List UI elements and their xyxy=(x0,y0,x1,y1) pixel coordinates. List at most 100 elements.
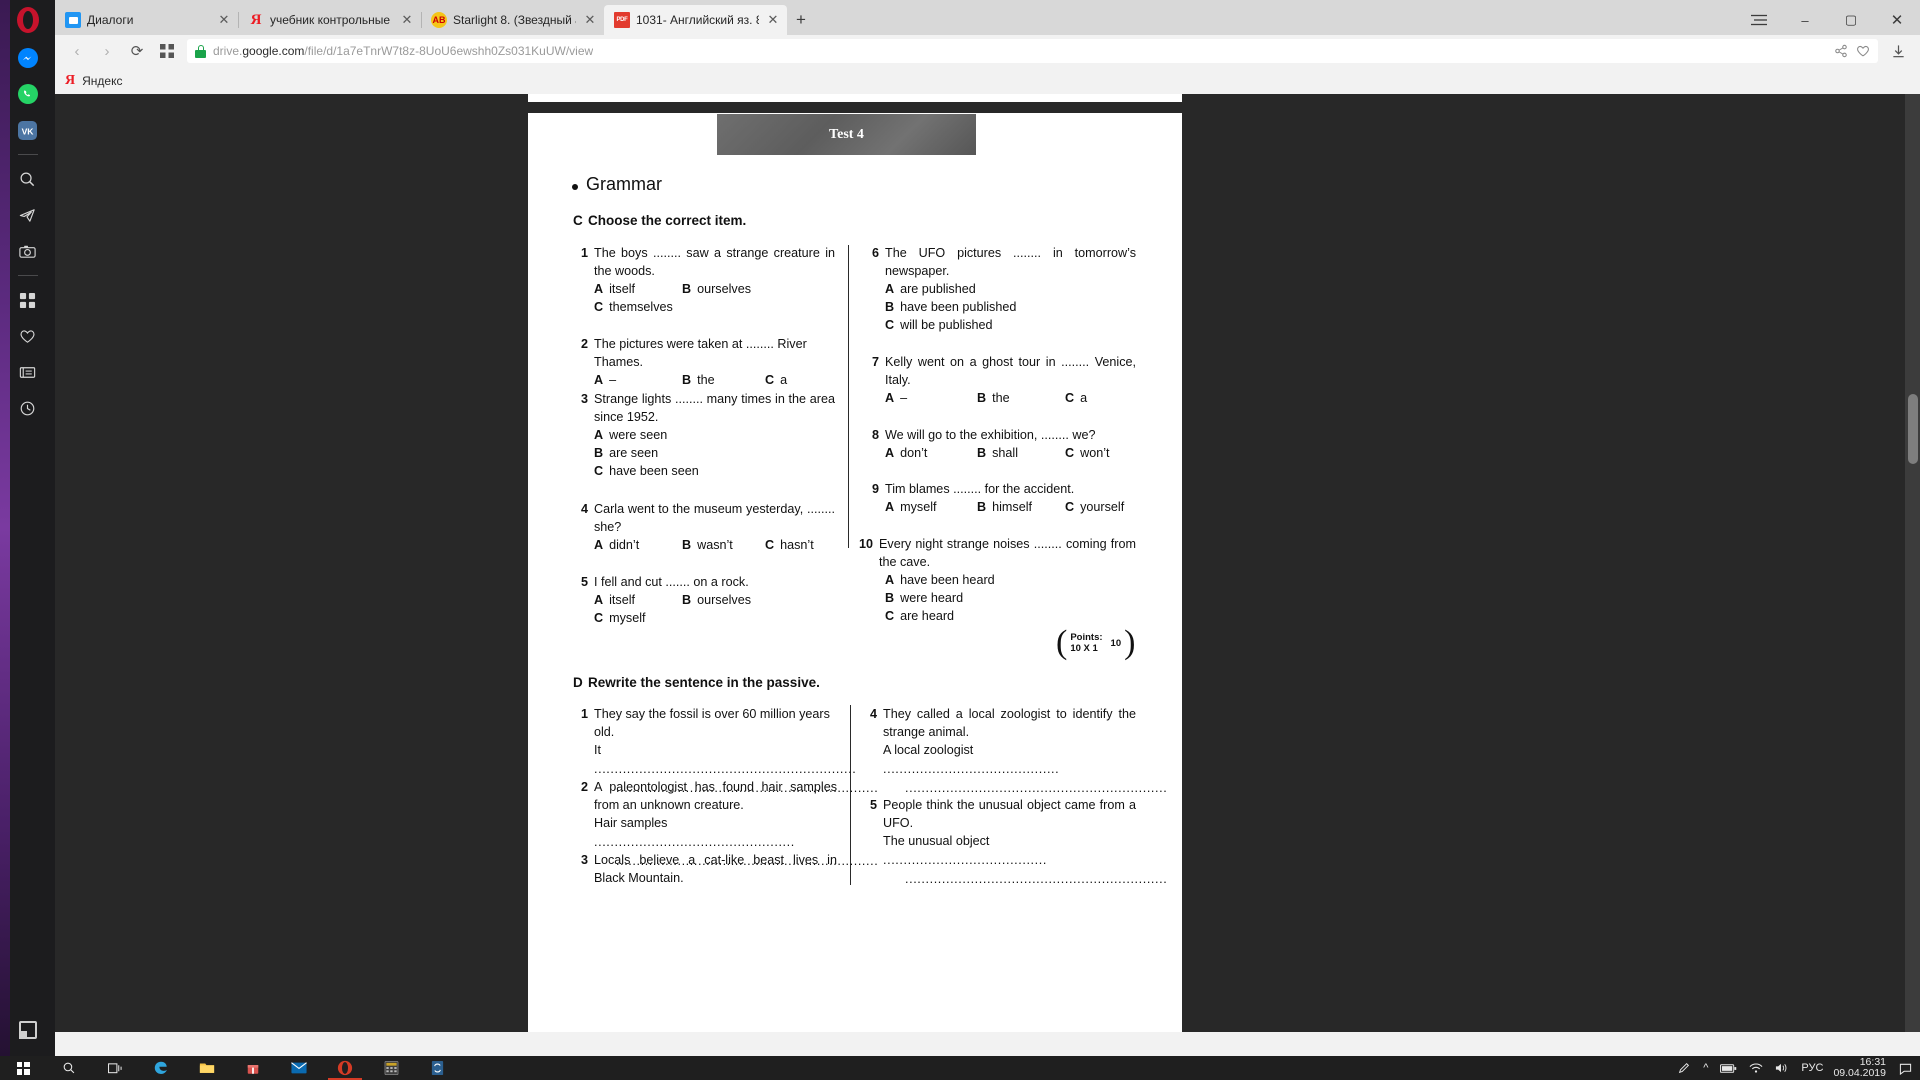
tab-close-icon[interactable]: ✕ xyxy=(216,12,232,28)
answer-line-2[interactable]: ........................................… xyxy=(905,870,1167,889)
question-stem: I fell and cut ....... on a rock. xyxy=(594,575,749,589)
option-a[interactable]: Aitself xyxy=(594,280,682,298)
option-a[interactable]: Aare published xyxy=(885,280,976,298)
option-b[interactable]: Bthe xyxy=(682,371,765,389)
dialog-icon xyxy=(65,12,81,28)
tab-dialogi[interactable]: Диалоги ✕ xyxy=(55,5,238,35)
vertical-scrollbar[interactable] xyxy=(1905,94,1920,1032)
close-button[interactable]: ✕ xyxy=(1874,5,1920,35)
pen-input-icon[interactable] xyxy=(1671,1056,1697,1080)
volume-icon[interactable] xyxy=(1769,1056,1795,1080)
option-c[interactable]: Ca xyxy=(765,371,787,389)
task-view-icon[interactable] xyxy=(92,1056,138,1080)
points-box: ( Points: 10 X 1 10 ) xyxy=(1056,626,1135,660)
option-a[interactable]: Amyself xyxy=(885,498,977,516)
option-c[interactable]: Chasn’t xyxy=(765,536,814,554)
forward-icon[interactable]: › xyxy=(93,38,121,64)
download-icon[interactable] xyxy=(1884,38,1912,64)
answer-line-1[interactable]: The unusual object .....................… xyxy=(883,832,1136,870)
question-stem: Tim blames ........ for the accident. xyxy=(885,482,1075,496)
explorer-icon[interactable] xyxy=(184,1056,230,1080)
option-b[interactable]: Bthe xyxy=(977,389,1065,407)
new-tab-button[interactable]: + xyxy=(787,5,815,35)
tab-starlight[interactable]: AB Starlight 8. (Звездный анг ✕ xyxy=(421,5,604,35)
option-c[interactable]: Cwill be published xyxy=(885,316,993,334)
share-icon[interactable] xyxy=(1834,44,1848,58)
scrollbar-thumb[interactable] xyxy=(1908,394,1918,464)
heart-icon[interactable] xyxy=(1856,44,1870,58)
option-b[interactable]: Bhave been published xyxy=(885,298,1016,316)
mail-icon[interactable] xyxy=(276,1056,322,1080)
search-icon[interactable] xyxy=(46,1056,92,1080)
option-a[interactable]: Adidn’t xyxy=(594,536,682,554)
notifications-icon[interactable] xyxy=(1894,1062,1916,1075)
option-a[interactable]: A – xyxy=(594,371,682,389)
answer-line-1[interactable]: Hair samples ...........................… xyxy=(594,814,837,852)
calc-icon[interactable] xyxy=(368,1056,414,1080)
tab-close-icon[interactable]: ✕ xyxy=(765,12,781,28)
exercise-c-instruction: Choose the correct item. xyxy=(588,213,747,228)
tab-close-icon[interactable]: ✕ xyxy=(399,12,415,28)
option-text: shall xyxy=(992,446,1019,460)
option-b[interactable]: Bourselves xyxy=(682,280,751,298)
maximize-button[interactable]: ▢ xyxy=(1828,5,1874,35)
tab-title: учебник контрольные ра xyxy=(270,13,393,27)
clock[interactable]: 16:31 09.04.2019 xyxy=(1829,1057,1894,1079)
speed-dial-icon[interactable] xyxy=(153,38,181,64)
url-text: drive.google.com/file/d/1a7eTnrW7t8z-8Uo… xyxy=(213,44,593,58)
language-indicator[interactable]: РУС xyxy=(1795,1056,1829,1080)
question-stem: We will go to the exhibition, ........ w… xyxy=(885,428,1096,442)
answer-line-1[interactable]: It .....................................… xyxy=(594,741,856,779)
tray-expand-icon[interactable]: ^ xyxy=(1697,1056,1714,1080)
question-number: 1 xyxy=(580,707,588,721)
tab-uchebnik[interactable]: Я учебник контрольные ра ✕ xyxy=(238,5,421,35)
question-d3: 3 Locals believe a cat-like beast lives … xyxy=(572,851,837,887)
reload-icon[interactable]: ⟳ xyxy=(123,38,151,64)
option-a[interactable]: A – xyxy=(885,389,977,407)
option-b[interactable]: Bshall xyxy=(977,444,1065,462)
skype-icon[interactable] xyxy=(414,1056,460,1080)
option-a[interactable]: Aitself xyxy=(594,591,682,609)
question-number: 7 xyxy=(871,355,879,369)
option-c[interactable]: Cmyself xyxy=(594,609,646,627)
option-b[interactable]: Bwasn’t xyxy=(682,536,765,554)
minimize-button[interactable]: – xyxy=(1782,5,1828,35)
option-b[interactable]: Bwere heard xyxy=(885,589,963,607)
option-b[interactable]: Bhimself xyxy=(977,498,1065,516)
network-icon[interactable] xyxy=(1743,1056,1769,1080)
option-b[interactable]: Bourselves xyxy=(682,591,751,609)
question-3: 3 Strange lights ........ many times in … xyxy=(572,390,835,480)
grammar-heading: Grammar xyxy=(586,174,662,194)
option-key: A xyxy=(885,446,895,460)
option-b[interactable]: Bare seen xyxy=(594,444,658,462)
edge-icon[interactable] xyxy=(138,1056,184,1080)
option-key: C xyxy=(594,611,604,625)
opera-icon[interactable] xyxy=(322,1056,368,1080)
question-options: A – Bthe Ca xyxy=(594,371,835,389)
option-a[interactable]: Awere seen xyxy=(594,426,667,444)
option-c[interactable]: Chave been seen xyxy=(594,462,699,480)
tab-close-icon[interactable]: ✕ xyxy=(582,12,598,28)
option-text: ourselves xyxy=(697,593,752,607)
tab-english-pdf[interactable]: PDF 1031- Английский яз. 8кл ✕ xyxy=(604,5,787,35)
option-a[interactable]: Ahave been heard xyxy=(885,571,995,589)
battery-icon[interactable] xyxy=(1714,1056,1743,1080)
option-c[interactable]: Cyourself xyxy=(1065,498,1124,516)
points-formula: 10 X 1 xyxy=(1070,643,1098,654)
start-button[interactable] xyxy=(0,1056,46,1080)
option-c[interactable]: Ca xyxy=(1065,389,1087,407)
answer-line-1[interactable]: A local zoologist ......................… xyxy=(883,741,1136,779)
menu-icon[interactable] xyxy=(1736,5,1782,35)
back-icon[interactable]: ‹ xyxy=(63,38,91,64)
option-a[interactable]: Adon’t xyxy=(885,444,977,462)
pdf-page: Test 4 Grammar C Choose the correct item… xyxy=(528,113,1182,1032)
store-icon[interactable] xyxy=(230,1056,276,1080)
question-options: Aare published Bhave been published Cwil… xyxy=(885,280,1136,334)
bookmark-yandex[interactable]: Яндекс xyxy=(82,74,122,88)
address-bar[interactable]: drive.google.com/file/d/1a7eTnrW7t8z-8Uo… xyxy=(187,39,1878,63)
option-c[interactable]: Care heard xyxy=(885,607,954,625)
option-c[interactable]: Cwon’t xyxy=(1065,444,1110,462)
answer-prefix: A local zoologist xyxy=(883,743,974,757)
bookmarks-bar: Я Яндекс xyxy=(55,67,1920,94)
option-c[interactable]: Cthemselves xyxy=(594,298,673,316)
